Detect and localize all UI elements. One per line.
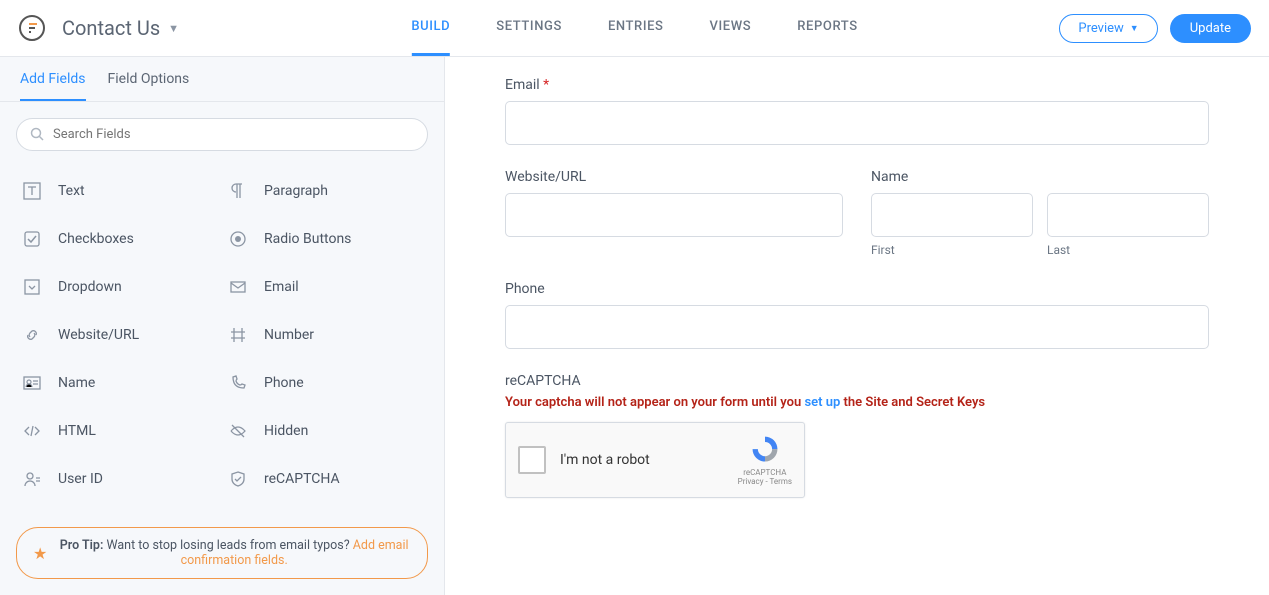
email-input[interactable] <box>505 101 1209 145</box>
field-paragraph[interactable]: Paragraph <box>222 167 428 215</box>
html-icon <box>22 421 42 441</box>
tab-views[interactable]: VIEWS <box>710 0 752 56</box>
field-email[interactable]: Email <box>222 263 428 311</box>
radio-icon <box>228 229 248 249</box>
tab-settings[interactable]: SETTINGS <box>496 0 562 56</box>
setup-link[interactable]: set up <box>804 395 840 410</box>
sidebar-tab-add-fields[interactable]: Add Fields <box>20 71 86 101</box>
form-canvas: Email * Website/URL Name First <box>445 57 1269 595</box>
caret-down-icon: ▼ <box>168 22 179 35</box>
tab-entries[interactable]: ENTRIES <box>608 0 664 56</box>
field-name[interactable]: Name <box>16 359 222 407</box>
caret-down-icon: ▼ <box>1130 23 1139 34</box>
field-userid[interactable]: User ID <box>16 455 222 503</box>
star-icon: ★ <box>33 544 47 563</box>
field-website[interactable]: Website/URL <box>505 169 843 257</box>
search-input[interactable] <box>16 118 428 151</box>
search-icon <box>30 127 44 141</box>
last-name-input[interactable] <box>1047 193 1209 237</box>
last-sublabel: Last <box>1047 243 1209 257</box>
checkbox-icon <box>22 229 42 249</box>
email-label: Email * <box>505 77 1209 93</box>
update-button[interactable]: Update <box>1170 14 1251 43</box>
text-icon <box>22 181 42 201</box>
url-icon <box>22 325 42 345</box>
pro-tip: ★ Pro Tip: Want to stop losing leads fro… <box>16 527 428 579</box>
number-icon <box>228 325 248 345</box>
shield-icon <box>228 469 248 489</box>
body: Add Fields Field Options Text Paragraph … <box>0 57 1269 595</box>
tab-build[interactable]: BUILD <box>411 0 450 56</box>
website-label: Website/URL <box>505 169 843 185</box>
recaptcha-icon <box>747 434 783 466</box>
userid-icon <box>22 469 42 489</box>
field-html[interactable]: HTML <box>16 407 222 455</box>
sidebar: Add Fields Field Options Text Paragraph … <box>0 57 445 595</box>
header: Contact Us ▼ BUILD SETTINGS ENTRIES VIEW… <box>0 0 1269 57</box>
field-radio[interactable]: Radio Buttons <box>222 215 428 263</box>
phone-input[interactable] <box>505 305 1209 349</box>
main-tabs: BUILD SETTINGS ENTRIES VIEWS REPORTS <box>411 0 857 56</box>
tab-reports[interactable]: REPORTS <box>797 0 857 56</box>
name-icon <box>22 373 42 393</box>
form-name-dropdown[interactable]: Contact Us ▼ <box>62 16 179 40</box>
app-logo[interactable] <box>18 14 46 42</box>
first-sublabel: First <box>871 243 1033 257</box>
fields-grid: Text Paragraph Checkboxes Radio Buttons … <box>0 159 444 511</box>
email-icon <box>228 277 248 297</box>
field-email[interactable]: Email * <box>505 77 1209 145</box>
name-label: Name <box>871 169 1209 185</box>
field-hidden[interactable]: Hidden <box>222 407 428 455</box>
phone-icon <box>228 373 248 393</box>
field-checkboxes[interactable]: Checkboxes <box>16 215 222 263</box>
field-number[interactable]: Number <box>222 311 428 359</box>
website-input[interactable] <box>505 193 843 237</box>
field-name[interactable]: Name First Last <box>871 169 1209 257</box>
sidebar-tab-field-options[interactable]: Field Options <box>108 71 190 101</box>
hidden-icon <box>228 421 248 441</box>
recaptcha-label: reCAPTCHA <box>505 373 1209 389</box>
field-phone[interactable]: Phone <box>505 281 1209 349</box>
phone-label: Phone <box>505 281 1209 297</box>
field-url[interactable]: Website/URL <box>16 311 222 359</box>
field-text[interactable]: Text <box>16 167 222 215</box>
form-name: Contact Us <box>62 16 160 40</box>
search-wrap <box>0 102 444 159</box>
recaptcha-checkbox[interactable] <box>518 446 546 474</box>
paragraph-icon <box>228 181 248 201</box>
field-phone[interactable]: Phone <box>222 359 428 407</box>
dropdown-icon <box>22 277 42 297</box>
recaptcha-brand: reCAPTCHA Privacy - Terms <box>738 434 792 486</box>
recaptcha-widget[interactable]: I'm not a robot reCAPTCHA Privacy - Term… <box>505 422 805 498</box>
field-recaptcha[interactable]: reCAPTCHA <box>222 455 428 503</box>
recaptcha-warning: Your captcha will not appear on your for… <box>505 395 1209 410</box>
preview-button[interactable]: Preview ▼ <box>1059 14 1157 43</box>
first-name-input[interactable] <box>871 193 1033 237</box>
field-dropdown[interactable]: Dropdown <box>16 263 222 311</box>
recaptcha-text: I'm not a robot <box>560 452 724 468</box>
sidebar-tabs: Add Fields Field Options <box>0 57 444 102</box>
header-actions: Preview ▼ Update <box>1059 14 1251 43</box>
